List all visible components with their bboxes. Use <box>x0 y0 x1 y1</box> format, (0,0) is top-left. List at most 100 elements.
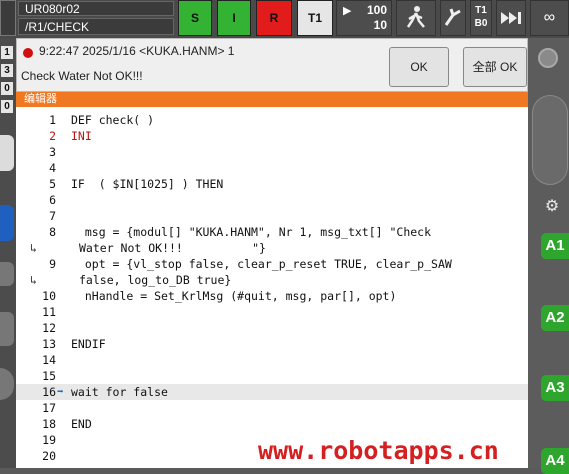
line-number: 18 <box>42 417 56 431</box>
submit-interpreter-button[interactable]: S <box>178 0 212 36</box>
axis-a3-button[interactable]: A3 <box>541 375 569 401</box>
robot-interpreter-button[interactable]: R <box>256 0 292 36</box>
line-number: 19 <box>42 433 56 447</box>
line-number: 3 <box>49 145 56 159</box>
code-text: opt = {vl_stop false, clear_p_reset TRUE… <box>71 257 452 271</box>
code-line[interactable]: 13 ENDIF <box>16 336 528 352</box>
line-wrap-icon: ↳ <box>30 273 37 287</box>
incremental-button[interactable] <box>496 0 526 36</box>
code-text: ENDIF <box>71 337 106 351</box>
jog-mode-button[interactable] <box>440 0 466 36</box>
code-line[interactable]: 18 END <box>16 416 528 432</box>
infinity-button[interactable]: ∞ <box>530 0 569 36</box>
program-path[interactable]: /R1/CHECK <box>18 18 174 35</box>
code-line[interactable]: 14 <box>16 352 528 368</box>
line-wrap-icon: ↳ <box>30 241 37 255</box>
code-text: Water Not OK!!! "} <box>79 241 266 255</box>
robot-jog-icon[interactable]: ⚙ <box>541 197 563 217</box>
line-number: 2 <box>49 129 56 143</box>
walk-icon-button[interactable] <box>396 0 436 36</box>
left-side-tab[interactable] <box>0 135 14 171</box>
space-mouse-icon[interactable] <box>532 95 568 185</box>
code-line[interactable]: 1 DEF check( ) <box>16 112 528 128</box>
code-line[interactable]: 15 <box>16 368 528 384</box>
line-number: 6 <box>49 193 56 207</box>
line-number: 8 <box>49 225 56 239</box>
left-tool-icon[interactable] <box>0 312 14 346</box>
line-number: 1 <box>49 113 56 127</box>
editor-title: 编辑器 <box>16 92 528 107</box>
code-line[interactable]: 10 nHandle = Set_KrlMsg (#quit, msg, par… <box>16 288 528 304</box>
override-button[interactable]: ▶ 100 10 <box>336 0 392 36</box>
line-number: 7 <box>49 209 56 223</box>
ok-all-button[interactable]: 全部 OK <box>463 47 527 87</box>
line-number: 14 <box>42 353 56 367</box>
block-pointer-icon: ➡ <box>57 385 64 398</box>
code-text: wait for false <box>71 385 168 399</box>
code-text: IF ( $IN[1025] ) THEN <box>71 177 224 191</box>
walking-person-icon <box>406 6 425 28</box>
code-line[interactable]: ↳ Water Not OK!!! "} <box>16 240 528 256</box>
message-count-2: 3 <box>1 64 13 77</box>
code-line[interactable]: 11 <box>16 304 528 320</box>
fast-forward-icon <box>501 12 521 24</box>
line-number: 12 <box>42 321 56 335</box>
main-menu-button[interactable] <box>0 0 16 36</box>
line-number: 16 <box>42 385 56 399</box>
left-gear-icon[interactable] <box>0 262 14 286</box>
robot-arm-icon <box>444 8 461 26</box>
axis-a1-button[interactable]: A1 <box>541 233 569 259</box>
message-count-1: 1 <box>1 46 13 59</box>
line-number: 20 <box>42 449 56 463</box>
code-line[interactable]: 3 <box>16 144 528 160</box>
code-line[interactable]: 4 <box>16 160 528 176</box>
line-number: 4 <box>49 161 56 175</box>
code-text: nHandle = Set_KrlMsg (#quit, msg, par[],… <box>71 289 397 303</box>
line-number: 13 <box>42 337 56 351</box>
code-line[interactable]: ↳ false, log_to_DB true} <box>16 272 528 288</box>
robot-name[interactable]: UR080r02 <box>18 1 174 16</box>
message-header: 9:22:47 2025/1/16 <KUKA.HANM> 1 <box>39 44 235 58</box>
globe-icon[interactable] <box>538 48 558 68</box>
code-text: END <box>71 417 92 431</box>
code-editor[interactable]: 1 DEF check( ) 2 INI 3 4 5 IF ( $IN[1025] ) THE… <box>16 107 528 468</box>
ok-button[interactable]: OK <box>389 47 449 87</box>
base-value: B0 <box>474 18 488 29</box>
code-line[interactable]: 9 opt = {vl_stop false, clear_p_reset TR… <box>16 256 528 272</box>
message-window: 9:22:47 2025/1/16 <KUKA.HANM> 1 Check Wa… <box>16 38 528 92</box>
message-text: Check Water Not OK!!! <box>21 69 143 83</box>
code-line[interactable]: 6 <box>16 192 528 208</box>
axis-a2-button[interactable]: A2 <box>541 305 569 331</box>
line-number: 17 <box>42 401 56 415</box>
operating-mode-button[interactable]: T1 <box>297 0 333 36</box>
left-blue-tab[interactable] <box>0 205 14 241</box>
play-icon: ▶ <box>343 5 352 17</box>
code-line[interactable]: 8 msg = {modul[] "KUKA.HANM", Nr 1, msg_… <box>16 224 528 240</box>
code-line[interactable]: 17 <box>16 400 528 416</box>
code-line[interactable]: 7 <box>16 208 528 224</box>
code-line[interactable]: 5 IF ( $IN[1025] ) THEN <box>16 176 528 192</box>
axis-a4-button[interactable]: A4 <box>541 448 569 474</box>
line-number: 15 <box>42 369 56 383</box>
code-text: DEF check( ) <box>71 113 155 127</box>
code-text: false, log_to_DB true} <box>79 273 232 287</box>
message-count-3: 0 <box>1 82 13 95</box>
error-icon <box>23 48 33 58</box>
code-line[interactable]: 2 INI <box>16 128 528 144</box>
tool-base-button[interactable]: T1 B0 <box>470 0 492 36</box>
watermark: www.robotapps.cn <box>258 436 499 465</box>
code-line[interactable]: 16 ➡ wait for false <box>16 384 528 400</box>
status-bar: UR080r02 /R1/CHECK S I R T1 ▶ 100 10 T1 … <box>0 0 569 38</box>
message-count-4: 0 <box>1 100 13 113</box>
line-number: 9 <box>49 257 56 271</box>
drives-status-button[interactable]: I <box>217 0 251 36</box>
line-number: 11 <box>42 305 56 319</box>
jog-override: 10 <box>373 18 387 32</box>
program-override: 100 <box>366 3 387 17</box>
code-line[interactable]: 12 <box>16 320 528 336</box>
line-number: 10 <box>42 289 56 303</box>
line-number: 5 <box>49 177 56 191</box>
code-text: msg = {modul[] "KUKA.HANM", Nr 1, msg_tx… <box>71 225 432 239</box>
code-text: INI <box>71 129 92 143</box>
tool-value: T1 <box>475 5 487 16</box>
